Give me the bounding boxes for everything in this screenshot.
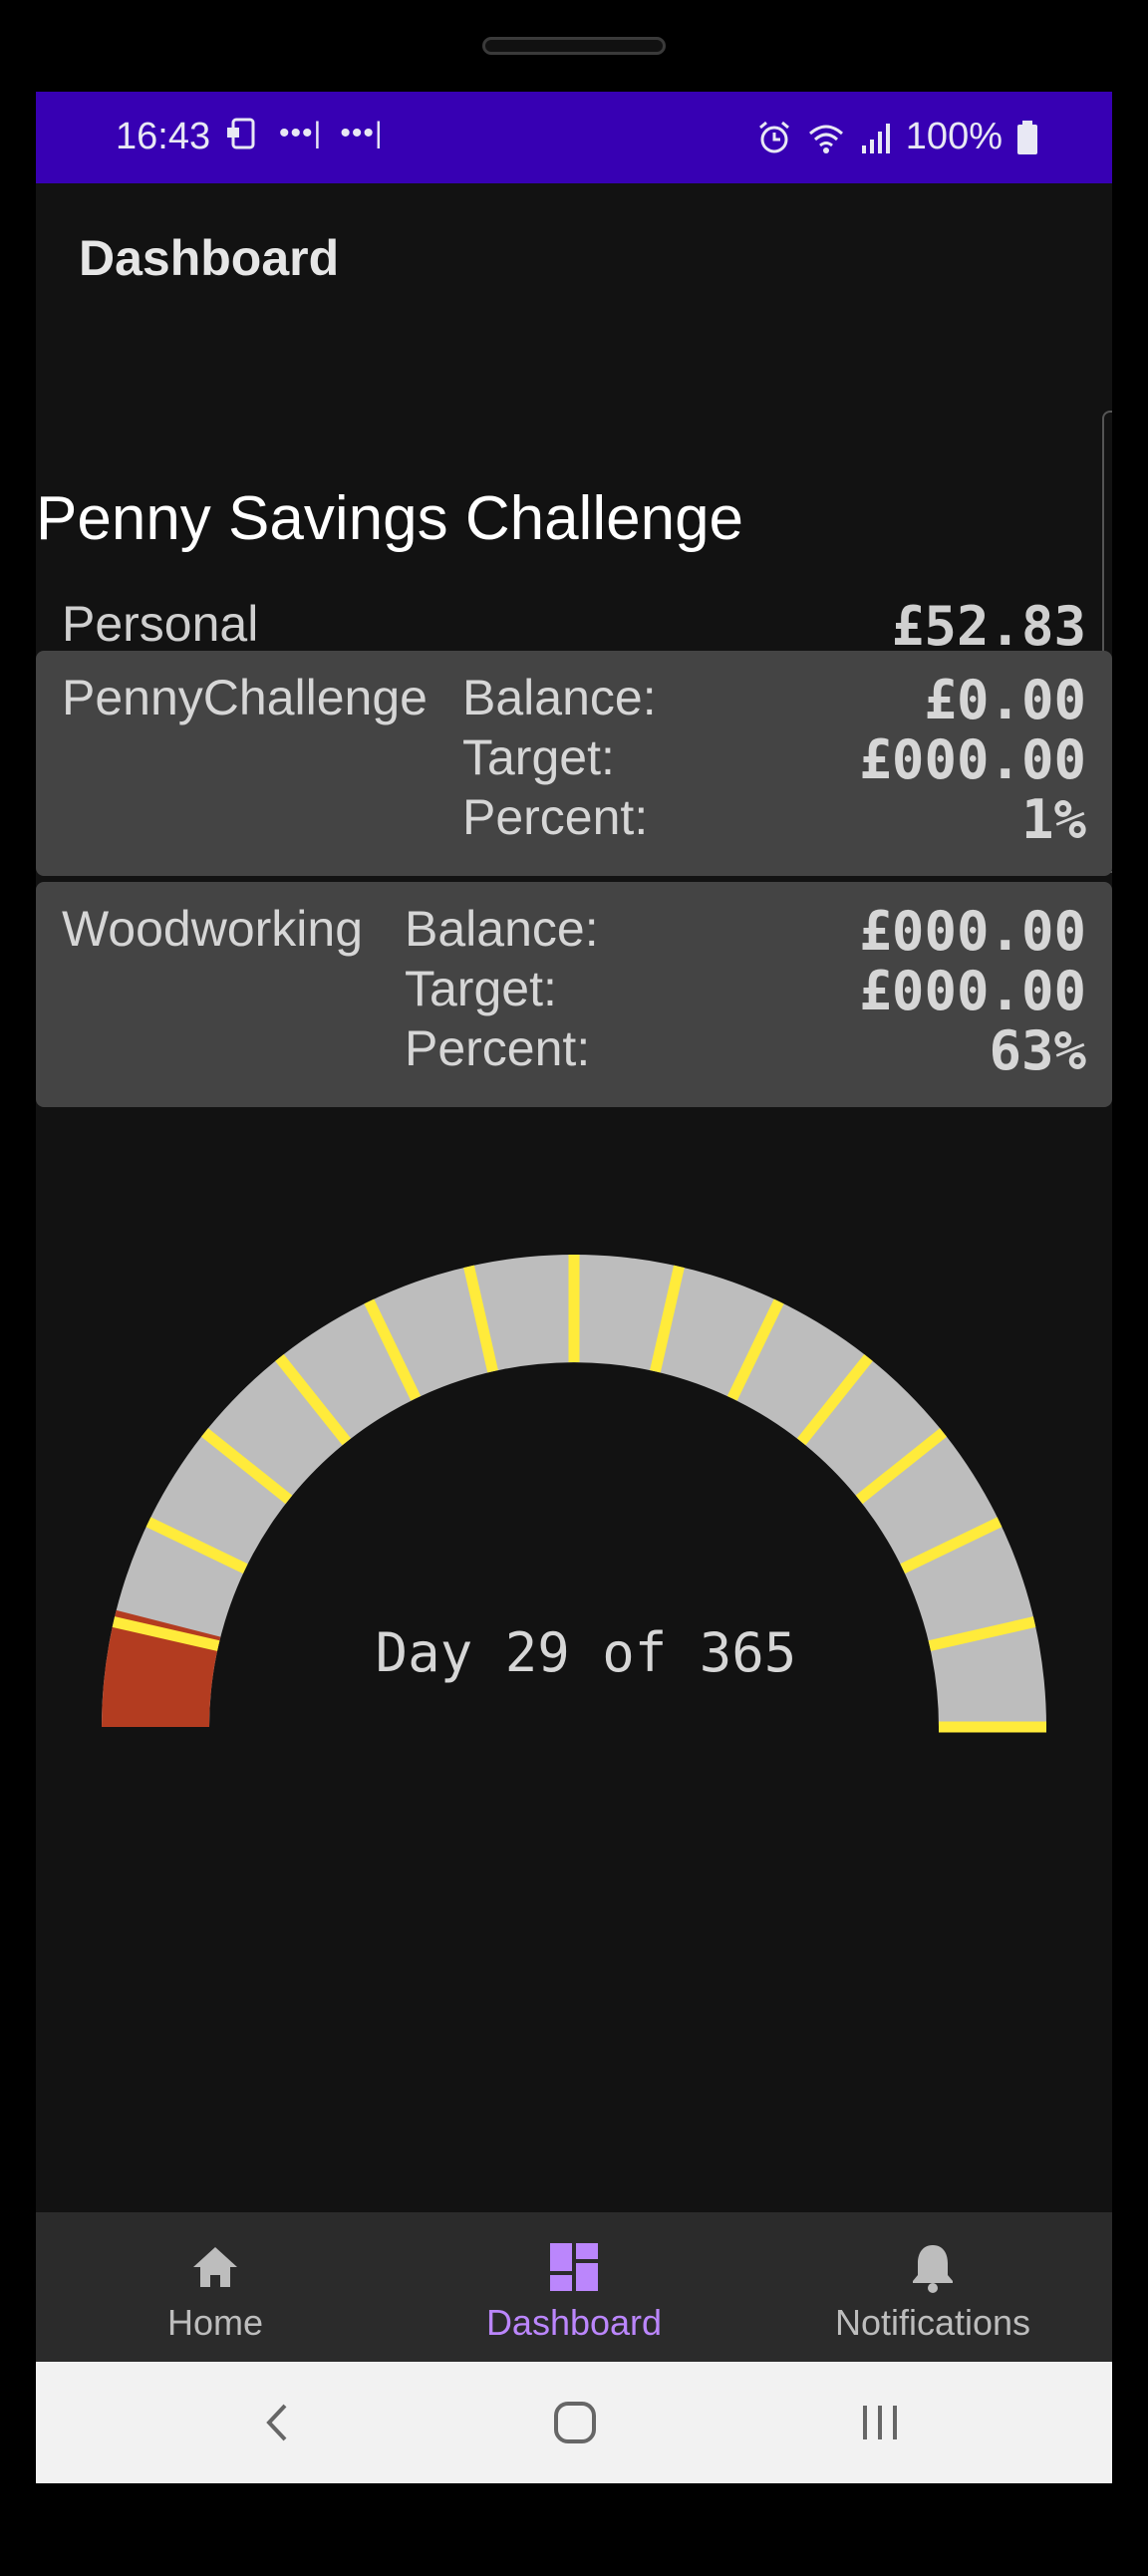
percent-value: 63% (989, 1019, 1086, 1082)
device-frame: 16:43 •••| •••| 100% Dashboard Penny Sav… (0, 0, 1148, 2576)
nav-notifications[interactable]: Notifications (753, 2212, 1112, 2362)
nav-notifications-label: Notifications (834, 2302, 1031, 2343)
dots-icon: •••| (340, 117, 384, 149)
account-card-woodworking[interactable]: Woodworking Balance: £000.00 Target: £00… (36, 882, 1112, 1107)
nav-home-label: Home (166, 2302, 264, 2343)
wifi-icon (808, 125, 843, 153)
balance-label: Balance: (462, 670, 657, 725)
back-icon[interactable] (255, 2400, 301, 2445)
screen: 16:43 •••| •••| 100% Dashboard Penny Sav… (36, 92, 1112, 2483)
day-progress-gauge: Day 29 of 365 (102, 1255, 1046, 1733)
status-bar: 16:43 •••| •••| 100% (36, 92, 1112, 183)
home-icon (193, 2247, 237, 2287)
nav-dashboard[interactable]: Dashboard (395, 2212, 753, 2362)
target-label: Target: (405, 961, 557, 1016)
account-name: Woodworking (62, 901, 364, 957)
target-label: Target: (462, 729, 615, 785)
bottom-navigation: Home Dashboard Notifications (36, 2212, 1112, 2362)
target-value: £000.00 (859, 960, 1086, 1022)
percent-value: 1% (1020, 788, 1086, 851)
account-name: PennyChallenge (62, 670, 428, 725)
signal-icon (861, 123, 890, 153)
personal-value: £52.83 (891, 595, 1086, 658)
percent-label: Percent: (405, 1020, 591, 1076)
status-time: 16:43 (116, 116, 211, 157)
speaker-grille (482, 37, 666, 55)
dashboard-icon (550, 2243, 598, 2291)
balance-value: £0.00 (924, 669, 1086, 731)
home-circle-icon[interactable] (552, 2400, 598, 2445)
battery-percent: 100% (905, 116, 1003, 157)
challenge-title: Penny Savings Challenge (36, 484, 744, 553)
alarm-icon (758, 121, 789, 152)
recents-icon[interactable] (857, 2400, 903, 2445)
nav-home[interactable]: Home (36, 2212, 395, 2362)
target-value: £000.00 (859, 728, 1086, 791)
balance-label: Balance: (405, 901, 599, 957)
nfc-icon (227, 118, 255, 149)
gauge-day-label: Day 29 of 365 (376, 1621, 797, 1684)
page-title: Dashboard (79, 230, 340, 286)
system-navigation-bar (36, 2362, 1112, 2483)
dots-icon: •••| (279, 117, 323, 149)
percent-label: Percent: (462, 789, 649, 845)
personal-label: Personal (62, 596, 259, 652)
account-card-pennychallenge[interactable]: PennyChallenge Balance: £0.00 Target: £0… (36, 651, 1112, 876)
bell-icon (913, 2245, 953, 2293)
balance-value: £000.00 (859, 900, 1086, 963)
battery-icon (1017, 120, 1037, 154)
nav-dashboard-label: Dashboard (485, 2302, 663, 2343)
